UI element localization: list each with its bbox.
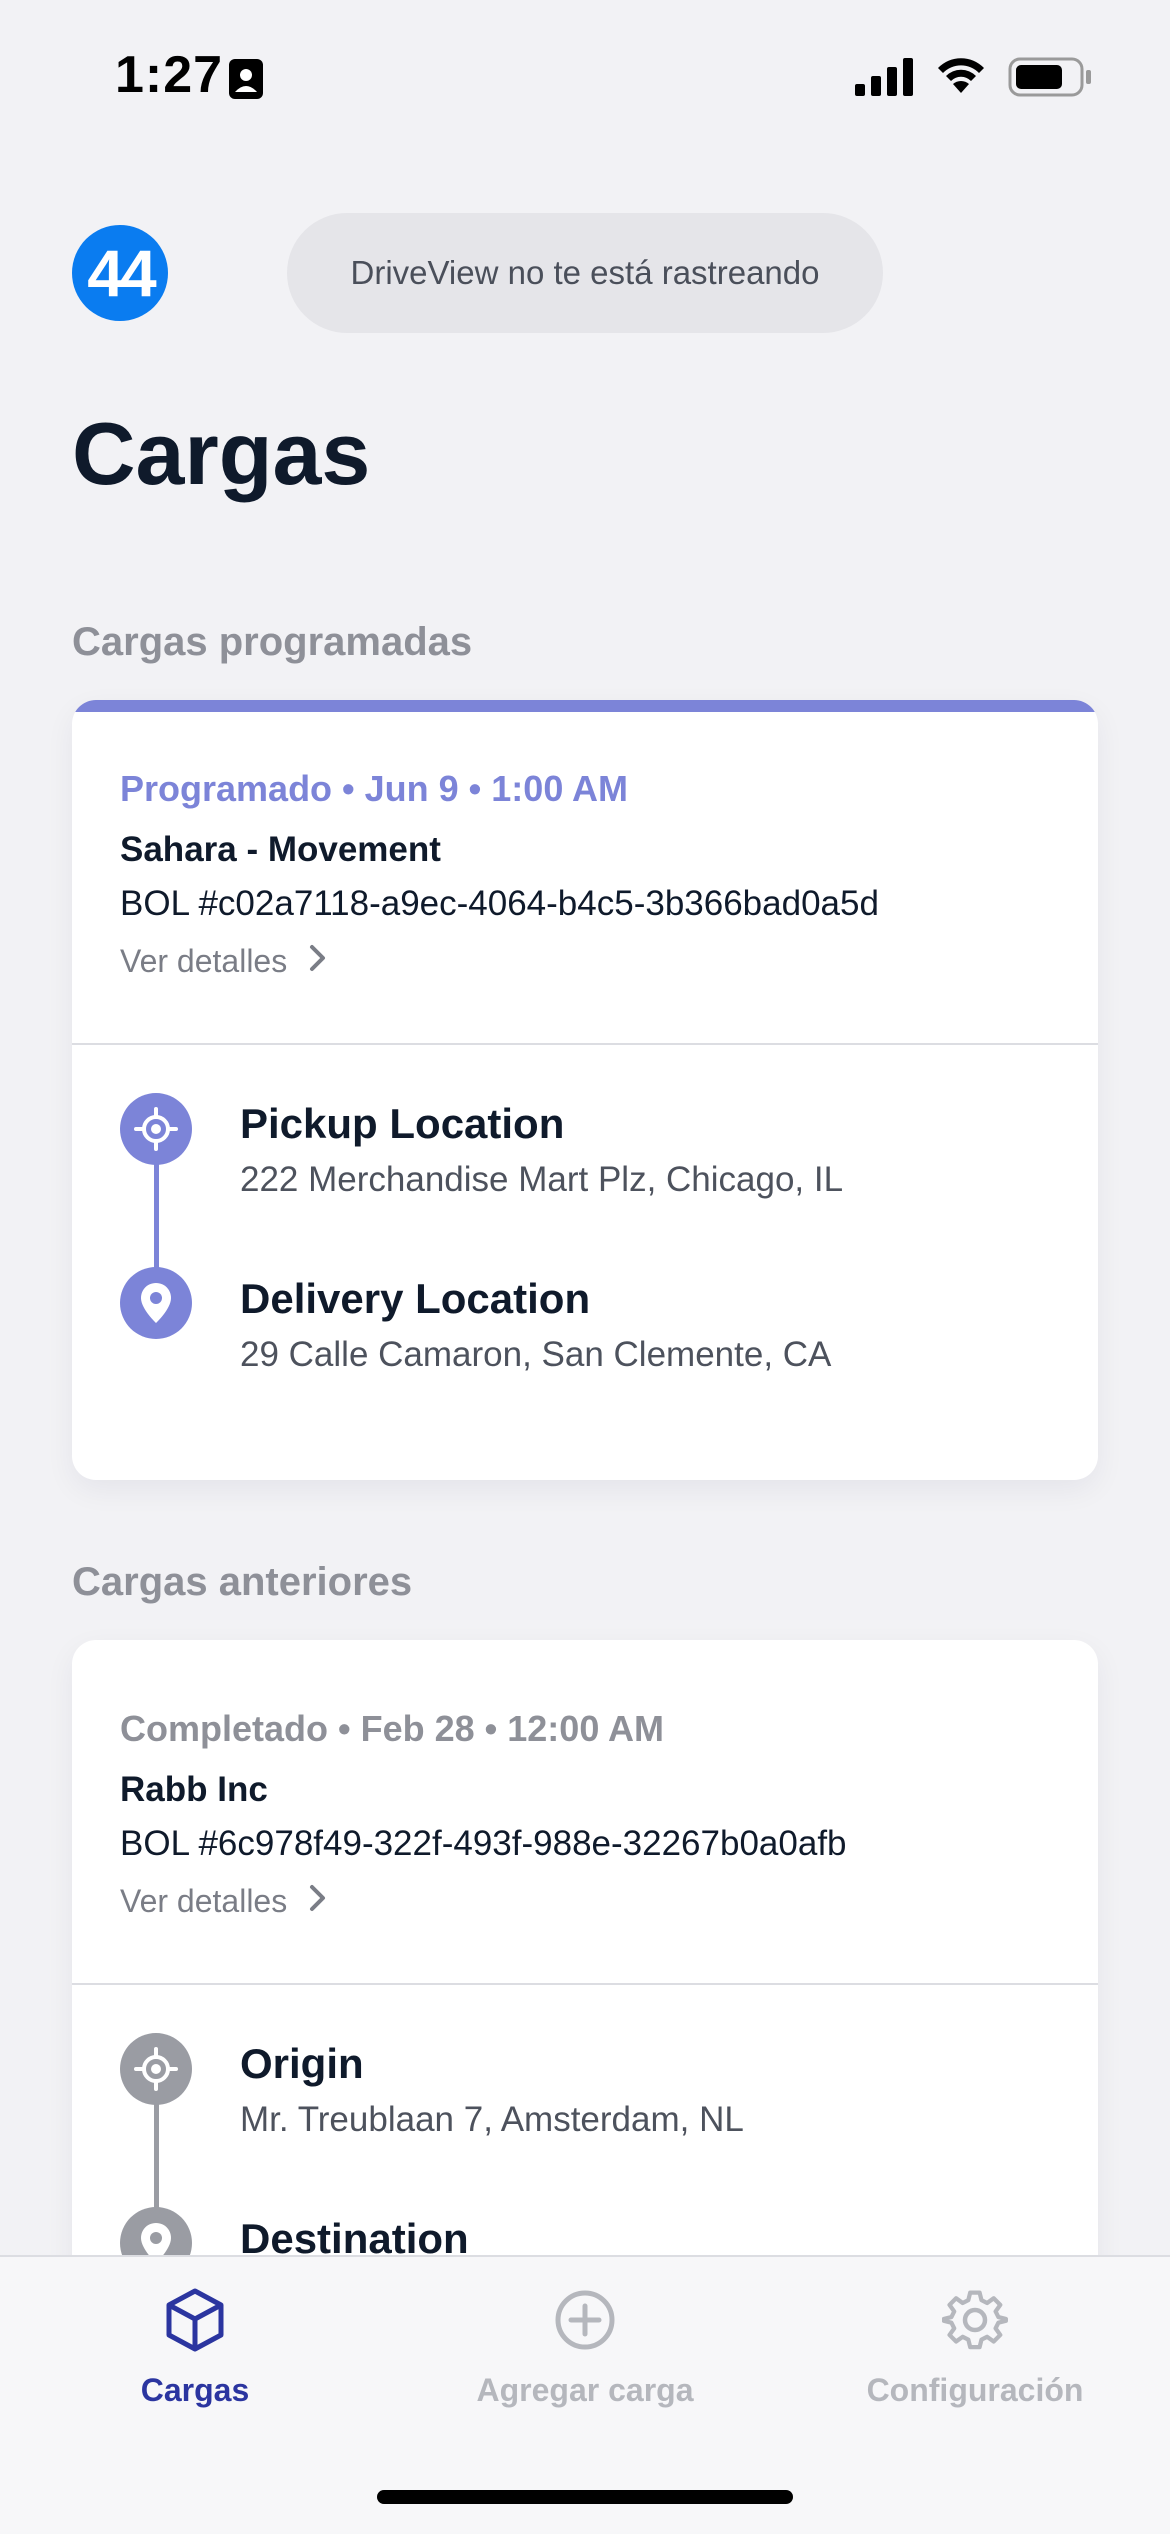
battery-icon (1008, 57, 1092, 102)
tab-cargas[interactable]: Cargas (0, 2287, 390, 2409)
tab-label: Cargas (140, 2372, 250, 2408)
tab-configuracion[interactable]: Configuración (780, 2287, 1170, 2409)
view-details-label: Ver detalles (120, 943, 288, 979)
chevron-right-icon (309, 943, 327, 980)
card-accent-bar (72, 700, 1098, 712)
crosshair-icon (120, 1093, 192, 1165)
contact-badge-icon (228, 58, 264, 105)
tab-label: Configuración (866, 2372, 1084, 2408)
cellular-signal-icon (855, 58, 915, 101)
status-time: 1:27 (115, 46, 224, 104)
delivery-title: Delivery Location (240, 1275, 591, 1322)
avatar-text: 44 (87, 236, 156, 310)
card-divider (72, 1983, 1098, 1985)
gear-icon (780, 2287, 1170, 2358)
load-bol: BOL #c02a7118-a9ec-4064-b4c5-3b366bad0a5… (120, 884, 879, 923)
delivery-address: 29 Calle Camaron, San Clemente, CA (240, 1335, 832, 1374)
pickup-address: 222 Merchandise Mart Plz, Chicago, IL (240, 1160, 844, 1199)
status-bar: 1:27 (0, 0, 1170, 150)
scheduled-section-title: Cargas programadas (72, 620, 473, 664)
load-bol: BOL #6c978f49-322f-493f-988e-32267b0a0af… (120, 1824, 847, 1863)
origin-address: Mr. Treublaan 7, Amsterdam, NL (240, 2100, 744, 2139)
load-status-line: Completado • Feb 28 • 12:00 AM (120, 1708, 664, 1749)
page-title: Cargas (72, 404, 371, 503)
chevron-right-icon (309, 1883, 327, 1920)
tab-agregar-carga[interactable]: Agregar carga (390, 2287, 780, 2409)
view-details-link[interactable]: Ver detalles (120, 943, 327, 980)
map-pin-icon (120, 1267, 192, 1339)
load-status-line: Programado • Jun 9 • 1:00 AM (120, 768, 628, 809)
origin-title: Origin (240, 2040, 364, 2087)
tracking-status-pill[interactable]: DriveView no te está rastreando (287, 213, 883, 333)
plus-circle-icon (390, 2287, 780, 2358)
tracking-status-text: DriveView no te está rastreando (350, 254, 820, 291)
crosshair-icon (120, 2033, 192, 2105)
cube-icon (0, 2287, 390, 2358)
tab-label: Agregar carga (476, 2372, 694, 2408)
wifi-icon (935, 55, 987, 100)
card-divider (72, 1043, 1098, 1045)
view-details-label: Ver detalles (120, 1883, 288, 1919)
view-details-link[interactable]: Ver detalles (120, 1883, 327, 1920)
previous-load-card[interactable]: Completado • Feb 28 • 12:00 AM Rabb Inc … (72, 1640, 1098, 2340)
scheduled-load-card[interactable]: Programado • Jun 9 • 1:00 AM Sahara - Mo… (72, 700, 1098, 1480)
avatar[interactable]: 44 (72, 225, 168, 321)
load-company: Sahara - Movement (120, 830, 441, 869)
load-company: Rabb Inc (120, 1770, 268, 1809)
previous-section-title: Cargas anteriores (72, 1560, 413, 1604)
pickup-title: Pickup Location (240, 1100, 565, 1147)
home-indicator (377, 2490, 793, 2504)
